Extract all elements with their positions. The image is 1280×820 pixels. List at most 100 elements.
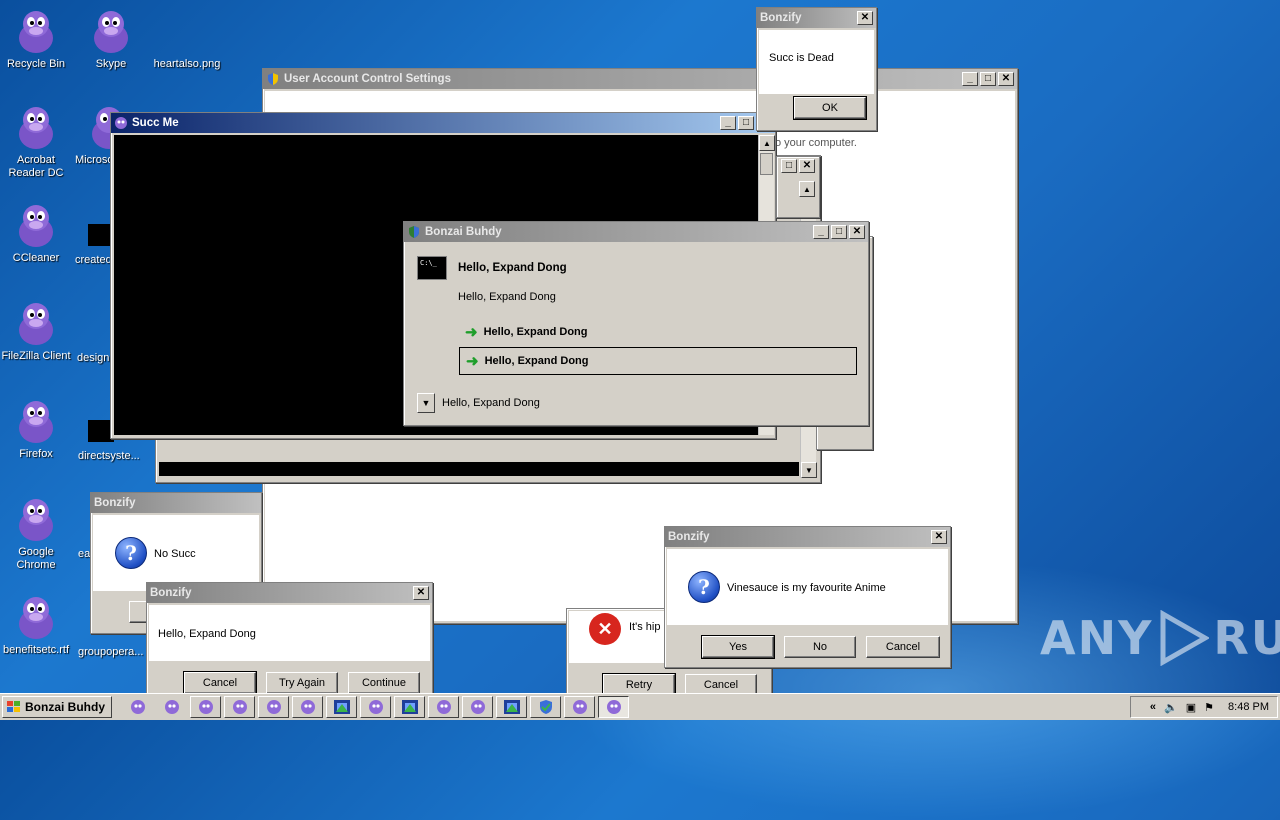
dialog-titlebar[interactable]: Bonzify ✕ (757, 8, 876, 28)
close-button[interactable]: ✕ (799, 159, 815, 173)
close-button[interactable]: ✕ (931, 530, 947, 544)
taskbar-bonzi-icon[interactable] (156, 696, 187, 718)
desktop-icon-label: groupopera... (78, 646, 144, 658)
no-button[interactable]: No (784, 636, 856, 658)
clock[interactable]: 8:48 PM (1228, 701, 1269, 713)
close-button[interactable]: ✕ (857, 11, 873, 25)
bonzai-buhdy-window: Bonzai Buhdy _ □ ✕ C:\_ Hello, Expand Do… (403, 221, 869, 426)
scroll-up-icon[interactable]: ▲ (799, 181, 815, 197)
taskbar-window-bonzi[interactable] (564, 696, 595, 718)
taskbar-window-bonzi[interactable] (224, 696, 255, 718)
close-button[interactable]: ✕ (998, 72, 1014, 86)
bonzify-hello-dialog: Bonzify ✕ Hello, Expand Dong Cancel Try … (146, 582, 433, 695)
taskbar-window-installer[interactable] (394, 696, 425, 718)
taskbar-window-installer[interactable] (496, 696, 527, 718)
succ-me-titlebar[interactable]: Succ Me _ □ ✕ (111, 113, 775, 133)
desktop-icon-label: benefitsetc.rtf (2, 644, 70, 656)
maximize-button[interactable]: □ (738, 116, 754, 130)
dialog-title: Bonzify (150, 587, 192, 599)
desktop-icon-firefox[interactable]: Firefox (0, 398, 72, 461)
bonzi-icon (16, 496, 56, 542)
hidden-window-fragment: □ ✕ ▲ (776, 156, 820, 218)
close-button[interactable]: ✕ (849, 225, 865, 239)
speaker-icon[interactable]: 🔈 (1164, 701, 1178, 714)
ok-button[interactable]: OK (793, 96, 867, 120)
bonzi-icon (16, 104, 56, 150)
green-arrow-icon: ➜ (466, 353, 479, 370)
bonzify-anime-dialog: Bonzify ✕ ? Vinesauce is my favourite An… (664, 526, 951, 668)
cancel-button[interactable]: Cancel (866, 636, 940, 658)
desktop-icon-ccleaner[interactable]: CCleaner (0, 202, 72, 265)
taskbar-window-bonzi-active[interactable] (598, 696, 629, 718)
scroll-thumb[interactable] (760, 153, 773, 175)
console-strip (159, 462, 799, 476)
uac-description-text: o your computer. (775, 137, 857, 149)
desktop-icon-heartalso[interactable]: heartalso.png (147, 58, 227, 71)
desktop-icon-groupopera[interactable]: groupopera... (75, 646, 155, 659)
desktop-icon-chrome[interactable]: Google Chrome (0, 496, 72, 572)
close-button[interactable]: ✕ (413, 586, 429, 600)
desktop-icon-acrobat[interactable]: Acrobat Reader DC (0, 104, 72, 180)
watermark-left-text: ANY (1040, 611, 1154, 665)
network-icon[interactable]: ▣ (1186, 701, 1196, 714)
dialog-titlebar[interactable]: Bonzify ✕ (665, 527, 950, 547)
desktop-icon-skype[interactable]: Skype (75, 8, 147, 71)
bonzi-icon (16, 202, 56, 248)
desktop-icon-design[interactable]: design (75, 352, 115, 365)
yes-button[interactable]: Yes (701, 635, 775, 659)
desktop-icon-recycle-bin[interactable]: Recycle Bin (0, 8, 72, 71)
cancel-button[interactable]: Cancel (183, 671, 257, 695)
taskbar-window-bonzi[interactable] (258, 696, 289, 718)
taskbar-window-bonzi[interactable] (360, 696, 391, 718)
minimize-button[interactable]: _ (813, 225, 829, 239)
taskbar-window-installer[interactable] (326, 696, 357, 718)
error-icon: ✕ (589, 613, 621, 645)
taskbar-window-bonzi[interactable] (190, 696, 221, 718)
scroll-up-icon[interactable]: ▲ (759, 135, 775, 151)
expand-details-button[interactable]: ▼ (417, 393, 435, 413)
taskbar-window-bonzi[interactable] (292, 696, 323, 718)
desktop-icon-filezilla[interactable]: FileZilla Client (0, 300, 72, 363)
console-icon: C:\_ (417, 256, 447, 280)
maximize-button[interactable]: □ (831, 225, 847, 239)
continue-button[interactable]: Continue (348, 672, 420, 694)
minimize-button[interactable]: _ (720, 116, 736, 130)
maximize-button[interactable]: □ (781, 159, 797, 173)
taskbar-window-bonzi[interactable] (462, 696, 493, 718)
command-link-2[interactable]: ➜ Hello, Expand Dong (459, 347, 857, 375)
bonzai-titlebar[interactable]: Bonzai Buhdy _ □ ✕ (404, 222, 868, 242)
question-icon: ? (688, 571, 720, 603)
dialog-title: Bonzify (760, 12, 802, 24)
start-button[interactable]: Bonzai Buhdy (2, 696, 112, 718)
taskbar-window-shield[interactable] (530, 696, 561, 718)
dialog-message: Hello, Expand Dong (158, 628, 256, 640)
taskbar-bonzi-icon[interactable] (122, 696, 153, 718)
bonzi-icon (16, 8, 56, 54)
action-center-icon[interactable]: ⚑ (1204, 701, 1214, 714)
bonzify-dead-dialog: Bonzify ✕ Succ is Dead OK (756, 7, 877, 131)
minimize-button[interactable]: _ (962, 72, 978, 86)
try-again-button[interactable]: Try Again (266, 672, 338, 694)
uac-titlebar[interactable]: User Account Control Settings _ □ ✕ (263, 69, 1017, 89)
bonzi-icon (16, 594, 56, 640)
bonzai-heading: Hello, Expand Dong (458, 262, 567, 274)
desktop-icon-microsoft[interactable]: Microso (75, 104, 126, 167)
succ-me-title: Succ Me (132, 117, 179, 129)
tray-expand-icon[interactable]: « (1150, 701, 1156, 713)
desktop-icon-label: FileZilla Client (1, 350, 71, 362)
play-logo-icon (1160, 610, 1210, 666)
command-link-1[interactable]: ➜ Hello, Expand Dong (459, 318, 857, 346)
desktop-icon-label: Microso (75, 154, 114, 166)
maximize-button[interactable]: □ (980, 72, 996, 86)
green-arrow-icon: ➜ (465, 324, 478, 341)
desktop-icon-label: CCleaner (12, 252, 60, 264)
dialog-titlebar[interactable]: Bonzify ✕ (147, 583, 432, 603)
scroll-down-icon[interactable]: ▼ (801, 462, 817, 478)
desktop-icon-label: directsyste... (78, 450, 140, 462)
desktop-icon-created[interactable]: created (75, 202, 115, 267)
shield-icon (268, 73, 278, 85)
watermark-right-text: RUN (1213, 611, 1280, 665)
taskbar-window-bonzi[interactable] (428, 696, 459, 718)
desktop-icon-benefitsetc[interactable]: benefitsetc.rtf (0, 594, 72, 657)
dialog-titlebar[interactable]: Bonzify (91, 493, 261, 513)
